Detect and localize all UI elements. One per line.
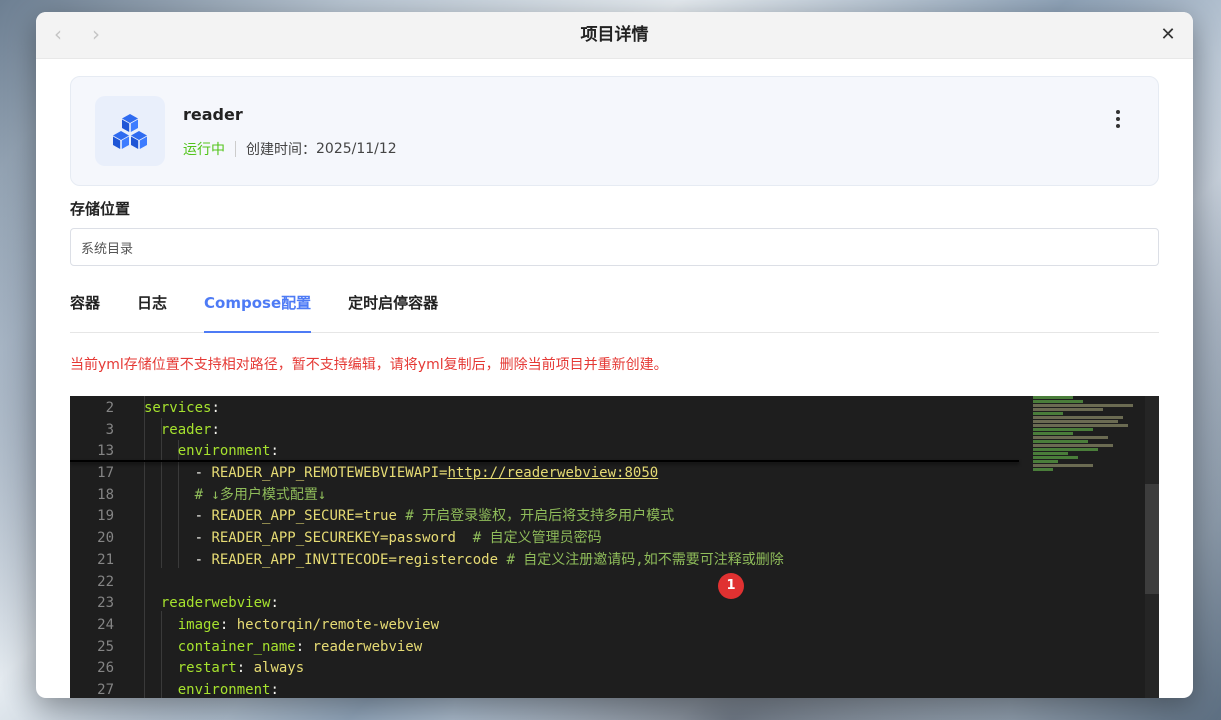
project-card: reader 运行中 创建时间： 2025/11/12 bbox=[70, 76, 1159, 186]
code-line: 27 environment: bbox=[97, 681, 279, 698]
code-line: 2 services: bbox=[105, 400, 220, 416]
editor-minimap[interactable] bbox=[1033, 396, 1143, 698]
status-badge: 运行中 bbox=[183, 142, 225, 158]
code-line: 26 restart: always bbox=[97, 660, 305, 677]
code-line: 3 reader: bbox=[105, 421, 220, 438]
project-detail-dialog: ‹ › 项目详情 ✕ reader 运行中 创建时间： 2025/11/12 存… bbox=[36, 12, 1193, 698]
code-line: 18 # ↓多用户模式配置↓ bbox=[97, 486, 327, 503]
created-label: 创建时间： bbox=[246, 142, 316, 158]
dialog-content: reader 运行中 创建时间： 2025/11/12 存储位置 容器 日志 C… bbox=[70, 76, 1159, 698]
code-line: 23 readerwebview: bbox=[97, 595, 279, 612]
more-options-icon[interactable] bbox=[1108, 107, 1128, 131]
code-line: 24 image: hectorqin/remote-webview bbox=[97, 616, 440, 633]
warning-message: 当前yml存储位置不支持相对路径，暂不支持编辑，请将yml复制后，删除当前项目并… bbox=[70, 357, 668, 373]
tab-scheduled-start-stop[interactable]: 定时启停容器 bbox=[348, 288, 438, 332]
tab-compose-config[interactable]: Compose配置 bbox=[204, 288, 312, 333]
notification-badge: 1 bbox=[718, 573, 744, 599]
meta-divider bbox=[235, 141, 236, 157]
tab-containers[interactable]: 容器 bbox=[70, 288, 100, 332]
project-name: reader bbox=[183, 105, 243, 124]
tab-logs[interactable]: 日志 bbox=[137, 288, 167, 332]
editor-scrollbar[interactable] bbox=[1145, 396, 1159, 698]
title-bar: ‹ › 项目详情 ✕ bbox=[36, 12, 1193, 59]
code-line: 25 container_name: readerwebview bbox=[97, 638, 423, 655]
code-line: 19 - READER_APP_SECURE=true # 开启登录鉴权，开启后… bbox=[97, 508, 675, 525]
code-line: 17 - READER_APP_REMOTEWEBVIEWAPI=http://… bbox=[97, 465, 659, 482]
cubes-icon bbox=[95, 96, 165, 166]
storage-label: 存储位置 bbox=[70, 200, 131, 218]
compose-code-editor[interactable]: 2 services: 3 reader: 13 environment: 17 … bbox=[70, 396, 1159, 698]
code-line: 21 - READER_APP_INVITECODE=registercode … bbox=[97, 551, 784, 568]
project-meta: 运行中 创建时间： 2025/11/12 bbox=[183, 139, 397, 159]
sticky-scroll-divider bbox=[70, 460, 1019, 462]
storage-location-input[interactable] bbox=[70, 228, 1159, 266]
code-lines: 2 services: 3 reader: 13 environment: 17 … bbox=[70, 398, 1019, 698]
code-line: 22 bbox=[97, 573, 114, 590]
created-date: 2025/11/12 bbox=[316, 141, 397, 157]
close-icon[interactable]: ✕ bbox=[1157, 24, 1179, 46]
tab-bar: 容器 日志 Compose配置 定时启停容器 bbox=[70, 288, 1159, 333]
code-line: 20 - READER_APP_SECUREKEY=password # 自定义… bbox=[97, 530, 602, 547]
scrollbar-thumb[interactable] bbox=[1145, 484, 1159, 594]
dialog-title: 项目详情 bbox=[580, 25, 649, 45]
